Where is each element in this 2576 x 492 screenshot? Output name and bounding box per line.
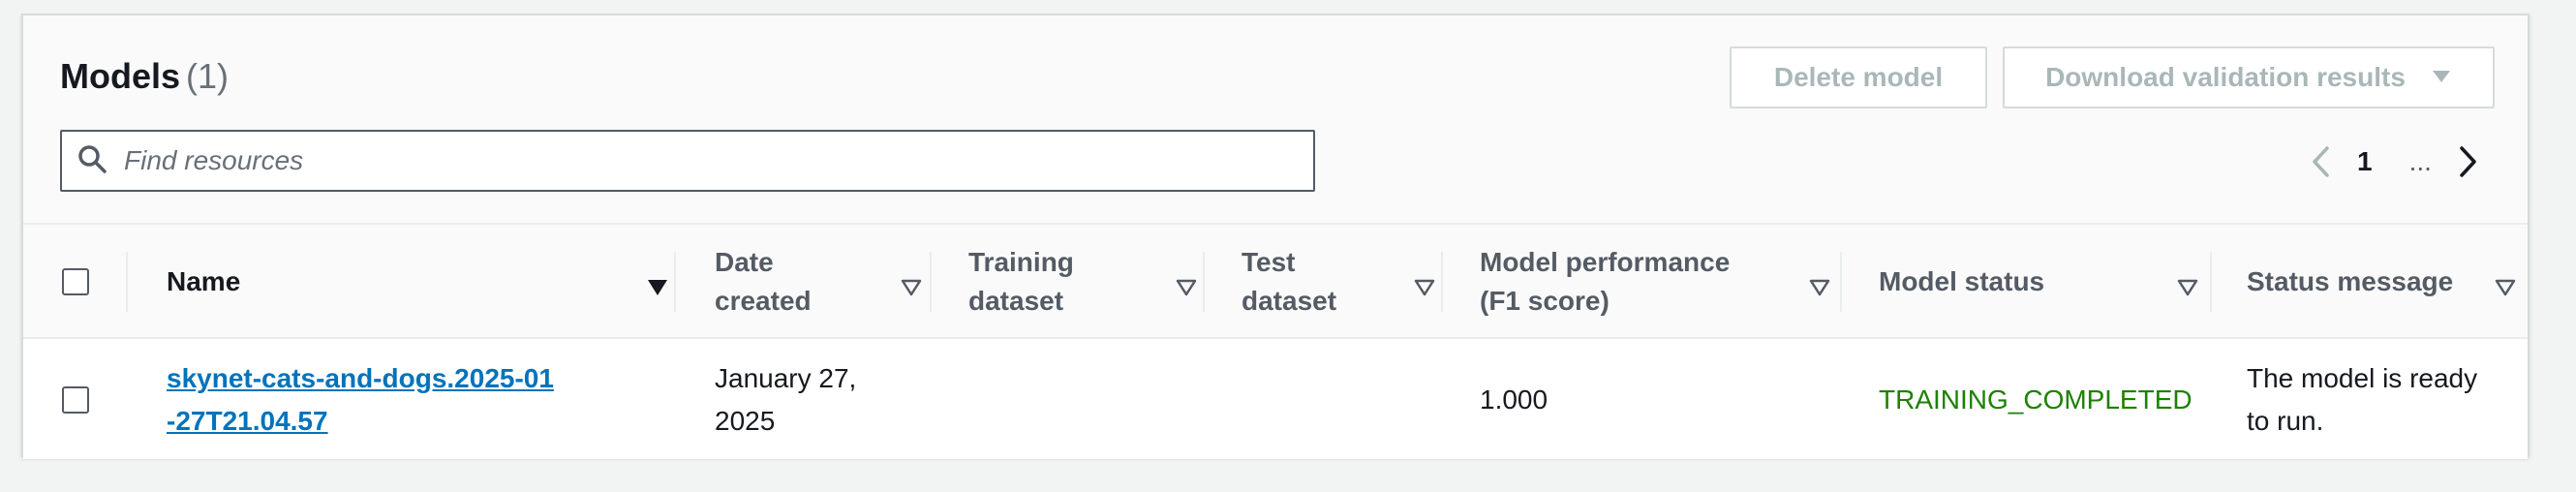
column-header-status-message[interactable]: Status message [2247,225,2518,339]
delete-model-label: Delete model [1773,62,1944,92]
download-validation-results-label: Download validation results [2045,62,2406,92]
column-label-training-dataset: Training dataset [968,247,1074,316]
column-header-date-created[interactable]: Date created [715,225,937,339]
column-header-name[interactable]: Name [167,225,670,339]
pagination-ellipsis: ... [2408,146,2432,176]
title-count: (1) [186,56,230,96]
caret-down-icon [2431,65,2452,90]
panel-header: Models (1) Delete model Download validati… [23,15,2528,225]
chevron-right-icon[interactable] [2449,138,2488,186]
column-header-model-status[interactable]: Model status [1879,225,2218,339]
column-divider [1203,252,1205,312]
table-header: Name Date created Training dataset Test … [23,225,2528,339]
row-select-checkbox[interactable] [62,386,89,414]
chevron-left-icon[interactable] [2301,138,2340,186]
column-divider [2210,252,2212,312]
title-text: Models [60,56,181,96]
pagination: 1 ... [2301,138,2488,186]
page-number[interactable]: 1 [2357,146,2373,177]
cell-date-created: January 27, 2025 [715,341,908,459]
cell-status-message: The model is ready to run. [2247,341,2518,459]
column-header-test-dataset[interactable]: Test dataset [1242,225,1447,339]
f1-score-value: 1.000 [1480,384,1549,415]
delete-model-button[interactable]: Delete model [1730,46,1987,108]
model-name-link[interactable]: skynet-cats-and-dogs.2025-01-27T21.04.57 [167,357,554,443]
column-divider [930,252,932,312]
search-field[interactable] [60,130,1315,192]
select-all-checkbox[interactable] [62,268,89,295]
column-label-test-dataset: Test dataset [1242,247,1337,316]
column-label-model-status: Model status [1879,266,2045,296]
cell-name: skynet-cats-and-dogs.2025-01-27T21.04.57 [167,341,602,459]
column-label-status-message: Status message [2247,266,2454,296]
cell-training-dataset [968,341,1181,459]
sort-descending-icon[interactable] [647,269,668,308]
search-icon [77,144,107,178]
column-divider [1441,252,1443,312]
column-divider [674,252,676,312]
sort-icon[interactable] [2177,269,2198,308]
sort-icon[interactable] [1809,269,1830,308]
sort-icon[interactable] [2495,269,2516,308]
column-header-model-performance[interactable]: Model performance (F1 score) [1480,225,1848,339]
column-label-model-performance: Model performance (F1 score) [1480,247,1731,316]
status-message-value: The model is ready to run. [2247,363,2478,436]
download-validation-results-button[interactable]: Download validation results [2003,46,2495,108]
date-created-value: January 27, 2025 [715,363,857,436]
sort-icon[interactable] [901,269,922,308]
column-divider [126,252,128,312]
table-row[interactable]: skynet-cats-and-dogs.2025-01-27T21.04.57… [23,341,2528,459]
column-divider [1840,252,1842,312]
status-badge: TRAINING_COMPLETED [1879,384,2193,415]
column-label-date-created: Date created [715,247,812,316]
sort-icon[interactable] [1414,269,1435,308]
page-title: Models (1) [60,56,229,97]
models-panel: Models (1) Delete model Download validati… [21,14,2530,459]
cell-model-status: TRAINING_COMPLETED [1879,341,2198,459]
cell-test-dataset [1242,341,1426,459]
search-input[interactable] [122,144,1265,177]
column-header-training-dataset[interactable]: Training dataset [968,225,1211,339]
sort-icon[interactable] [1176,269,1197,308]
cell-f1-score: 1.000 [1480,341,1809,459]
column-label-name: Name [167,266,241,296]
